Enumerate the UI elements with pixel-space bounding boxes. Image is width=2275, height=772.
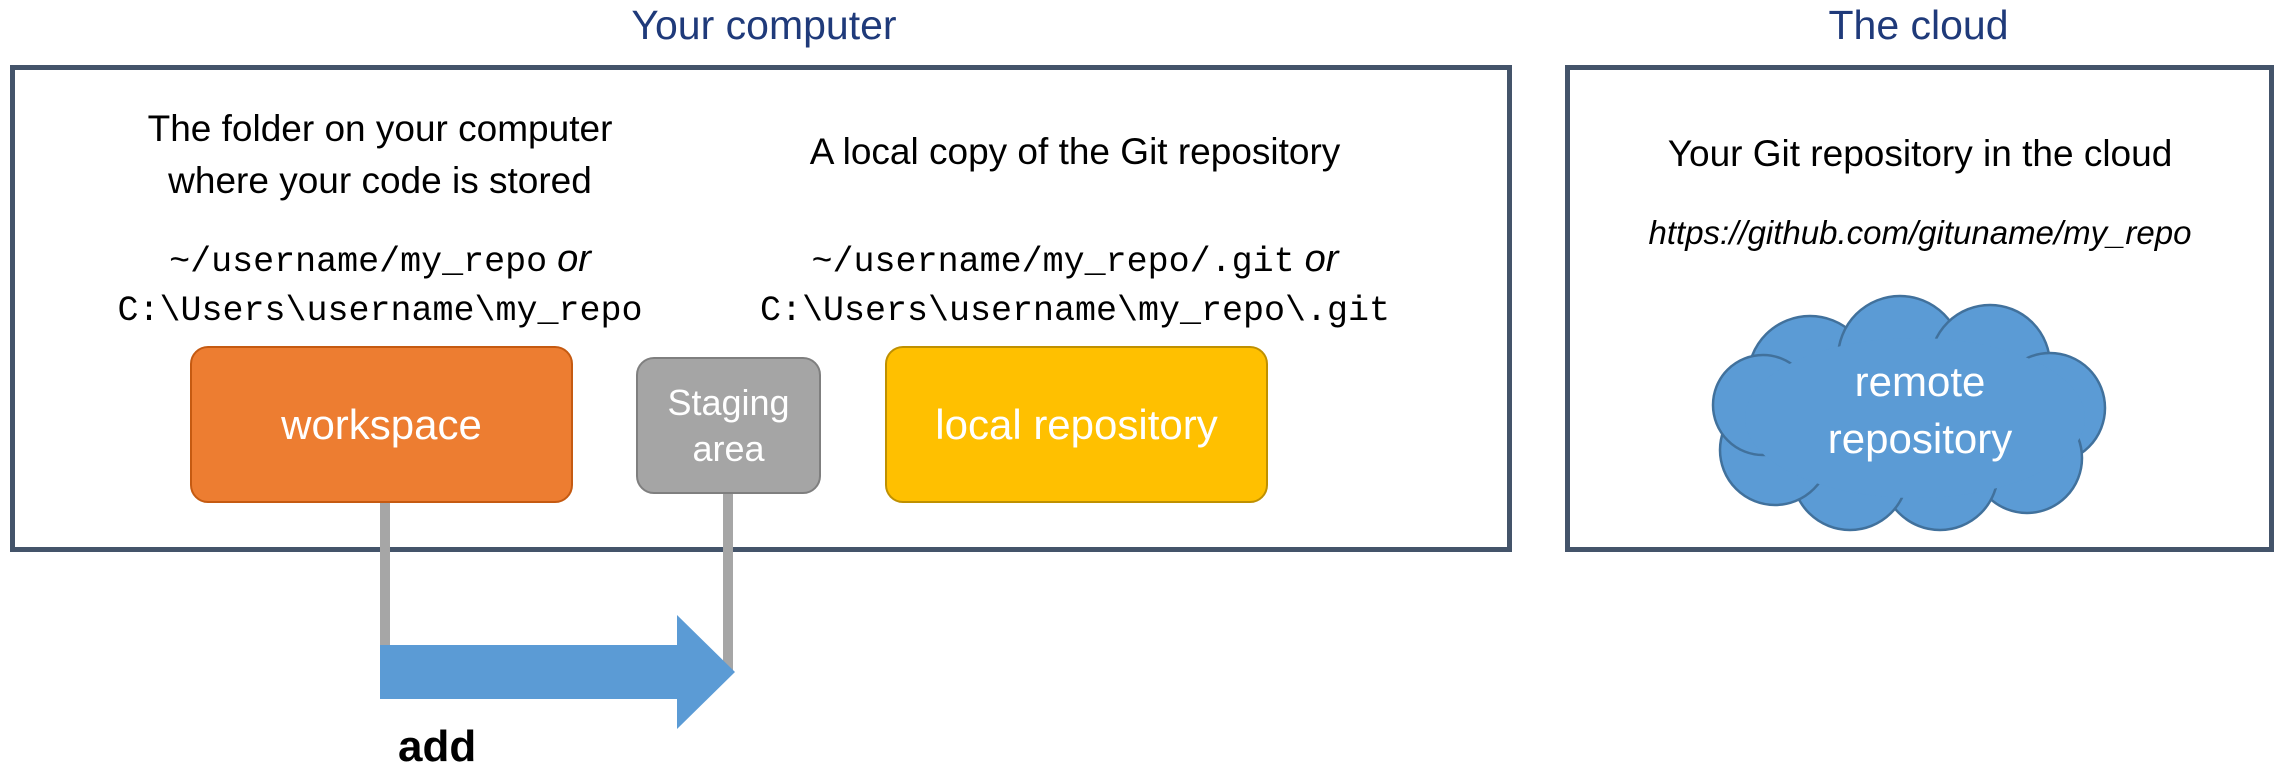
your-computer-heading: Your computer — [631, 2, 897, 48]
workspace-path-windows: C:\Users\username\my_repo — [117, 291, 643, 331]
add-label: add — [398, 722, 477, 771]
add-arrow — [380, 615, 735, 729]
workspace-description-line1: The folder on your computer — [147, 108, 613, 149]
workspace-path-unix: ~/username/my_repo — [169, 242, 548, 282]
the-cloud-heading: The cloud — [1828, 2, 2009, 48]
local-repo-path: ~/username/my_repo/.git or C:\Users\user… — [725, 236, 1425, 334]
local-repo-path-unix: ~/username/my_repo/.git — [811, 242, 1295, 282]
local-repo-description: A local copy of the Git repository — [809, 131, 1341, 172]
remote-repository-label: remote repository — [1705, 345, 2135, 475]
local-repository-box: local repository — [885, 346, 1268, 503]
staging-label-line2: area — [692, 427, 765, 469]
cloud-description: Your Git repository in the cloud — [1667, 133, 2173, 174]
workspace-box: workspace — [190, 346, 573, 503]
local-repo-path-or: or — [1304, 238, 1339, 280]
local-repository-label: local repository — [935, 400, 1218, 448]
cloud-url: https://github.com/gituname/my_repo — [1648, 214, 2192, 251]
workspace-path-or: or — [557, 238, 591, 280]
remote-label-line2: repository — [1827, 415, 2013, 462]
staging-area-box: Staging area — [636, 357, 821, 494]
local-repo-path-windows: C:\Users\username\my_repo\.git — [759, 291, 1391, 331]
workspace-path: ~/username/my_repo or C:\Users\username\… — [80, 236, 680, 334]
workspace-description: The folder on your computer where your c… — [80, 103, 680, 207]
staging-label-line1: Staging — [667, 381, 790, 423]
workspace-description-line2: where your code is stored — [168, 160, 592, 201]
remote-label-line1: remote — [1854, 358, 1986, 405]
workspace-label: workspace — [281, 400, 482, 448]
